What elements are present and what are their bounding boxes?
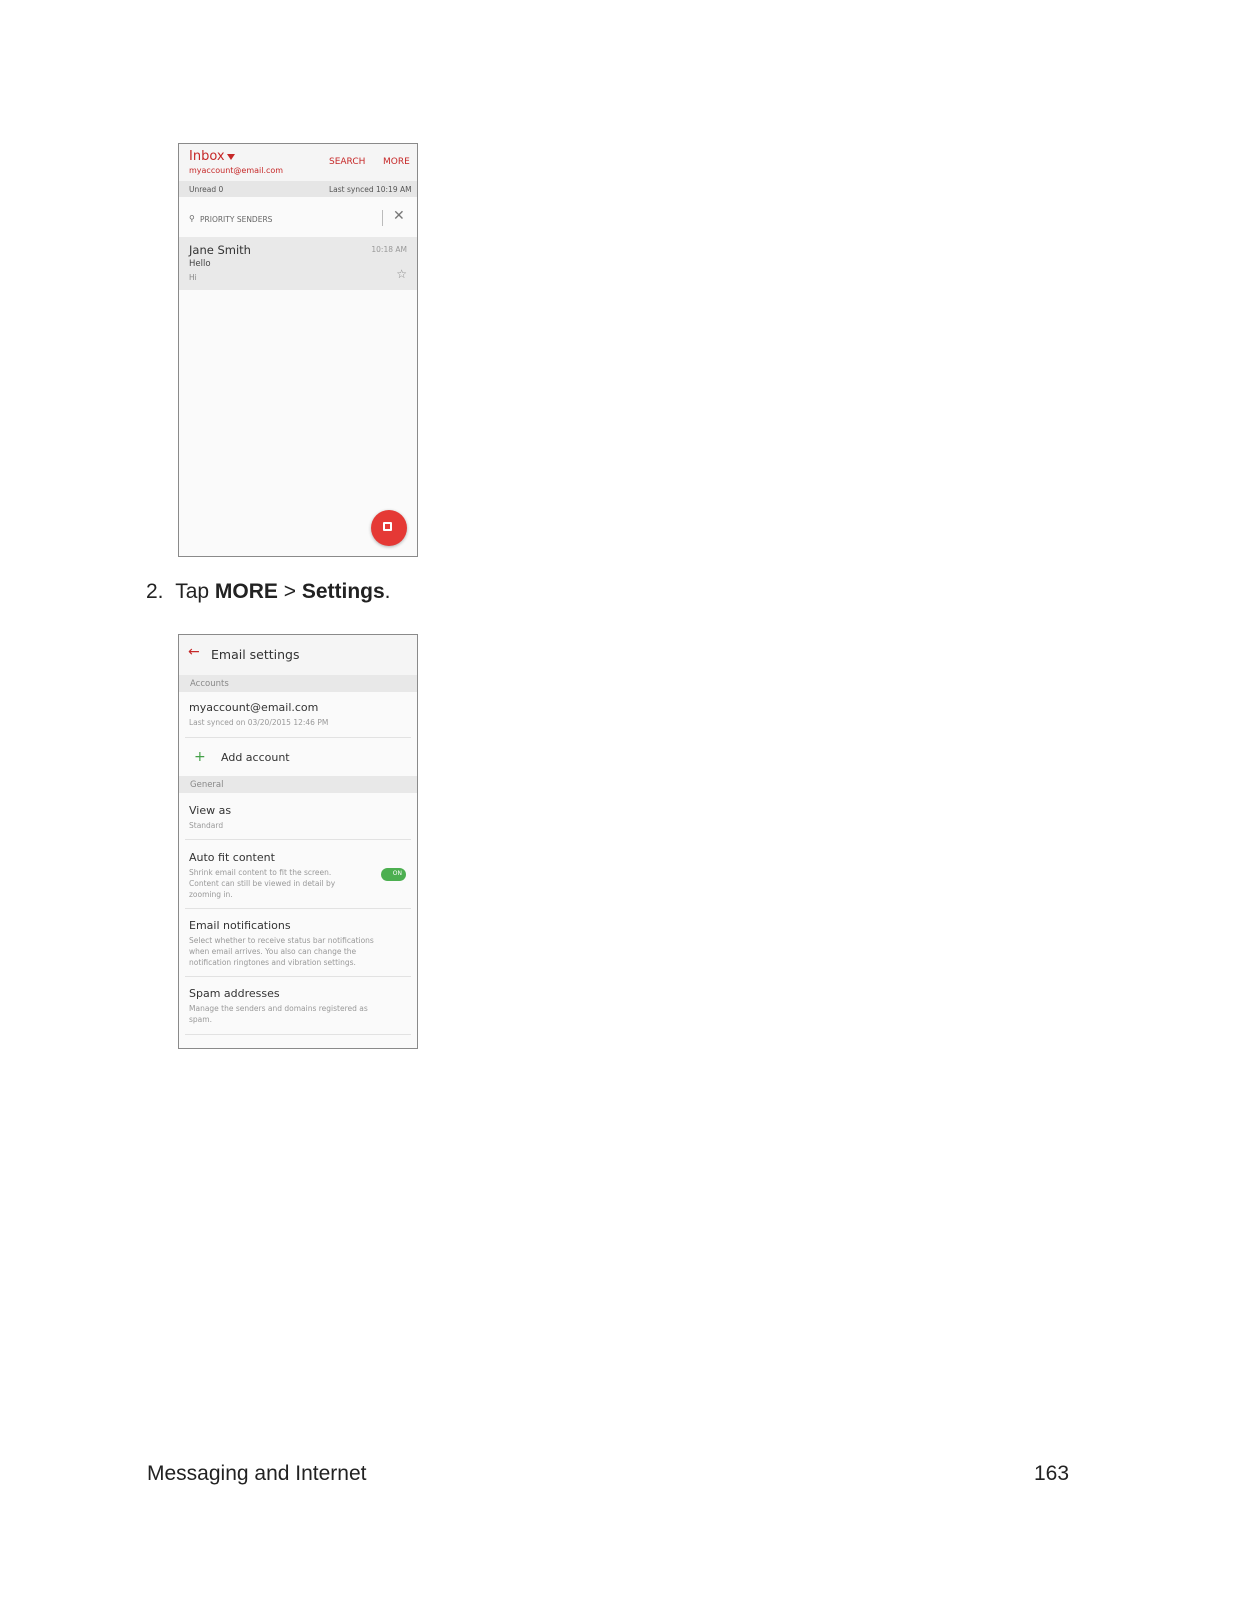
priority-icon: ⚲ (189, 214, 195, 223)
auto-fit-title: Auto fit content (189, 851, 275, 864)
section-general: General (179, 776, 417, 793)
message-preview: Hi (189, 273, 197, 282)
footer-section: Messaging and Internet (147, 1462, 367, 1485)
more-button[interactable]: MORE (383, 157, 410, 167)
plus-icon: + (194, 749, 206, 765)
auto-fit-toggle[interactable]: ON (381, 868, 406, 881)
step-text-after: . (384, 580, 391, 603)
account-item[interactable]: myaccount@email.com Last synced on 03/20… (179, 692, 417, 738)
settings-title: Email settings (211, 647, 300, 662)
priority-senders-bar[interactable]: ⚲ PRIORITY SENDERS ✕ (179, 201, 417, 233)
back-arrow-icon[interactable]: ← (188, 645, 200, 659)
email-notifications-title: Email notifications (189, 919, 291, 932)
step-text-before: Tap (175, 580, 215, 603)
settings-item-email-notifications[interactable]: Email notifications Select whether to re… (179, 909, 417, 977)
message-subject: Hello (189, 259, 211, 269)
inbox-header: Inbox myaccount@email.com SEARCH MORE (179, 144, 417, 181)
compose-button[interactable] (371, 510, 407, 546)
add-account-button[interactable]: + Add account (179, 738, 417, 776)
toggle-state: ON (392, 870, 402, 877)
view-as-value: Standard (189, 821, 224, 830)
star-icon[interactable]: ☆ (396, 268, 407, 280)
account-synced: Last synced on 03/20/2015 12:46 PM (189, 718, 329, 727)
view-as-title: View as (189, 804, 232, 817)
spam-addresses-title: Spam addresses (189, 987, 280, 1000)
inbox-status-bar: Unread 0 Last synced 10:19 AM (179, 181, 417, 197)
compose-icon (383, 522, 392, 531)
step-item: Settings (301, 580, 385, 603)
email-notifications-description: Select whether to receive status bar not… (189, 936, 374, 967)
inbox-account: myaccount@email.com (189, 166, 284, 175)
message-sender: Jane Smith (189, 243, 251, 257)
settings-item-spam-addresses[interactable]: Spam addresses Manage the senders and do… (179, 977, 417, 1035)
message-time: 10:18 AM (371, 245, 407, 254)
divider (185, 1034, 411, 1035)
add-account-label: Add account (221, 751, 290, 764)
section-accounts-label: Accounts (190, 679, 229, 689)
account-email: myaccount@email.com (189, 701, 319, 714)
unread-count: Unread 0 (189, 185, 224, 194)
auto-fit-description: Shrink email content to fit the screen. … (189, 868, 336, 899)
section-accounts: Accounts (179, 675, 417, 692)
settings-item-view-as[interactable]: View as Standard (179, 793, 417, 840)
settings-screenshot: ← Email settings Accounts myaccount@emai… (178, 634, 418, 1049)
page-number: 163 (1034, 1462, 1070, 1485)
step-menu: MORE (214, 580, 278, 603)
caret-down-icon[interactable] (227, 154, 235, 160)
spam-addresses-description: Manage the senders and domains registere… (189, 1004, 368, 1024)
message-list-item[interactable]: Jane Smith 10:18 AM Hello Hi ☆ (179, 237, 417, 290)
inbox-title[interactable]: Inbox (189, 149, 225, 164)
section-general-label: General (190, 780, 224, 790)
step-separator: > (277, 580, 302, 603)
settings-item-auto-fit[interactable]: Auto fit content Shrink email content to… (179, 840, 417, 909)
step-number: 2. (146, 580, 164, 603)
divider (382, 210, 383, 226)
settings-header: ← Email settings (179, 635, 417, 675)
step-instruction: 2. Tap MORE > Settings. (146, 580, 391, 604)
priority-senders-label: PRIORITY SENDERS (200, 215, 273, 224)
close-icon[interactable]: ✕ (393, 209, 405, 223)
inbox-screenshot: Inbox myaccount@email.com SEARCH MORE Un… (178, 143, 418, 557)
last-synced: Last synced 10:19 AM (329, 185, 412, 194)
search-button[interactable]: SEARCH (329, 157, 365, 167)
